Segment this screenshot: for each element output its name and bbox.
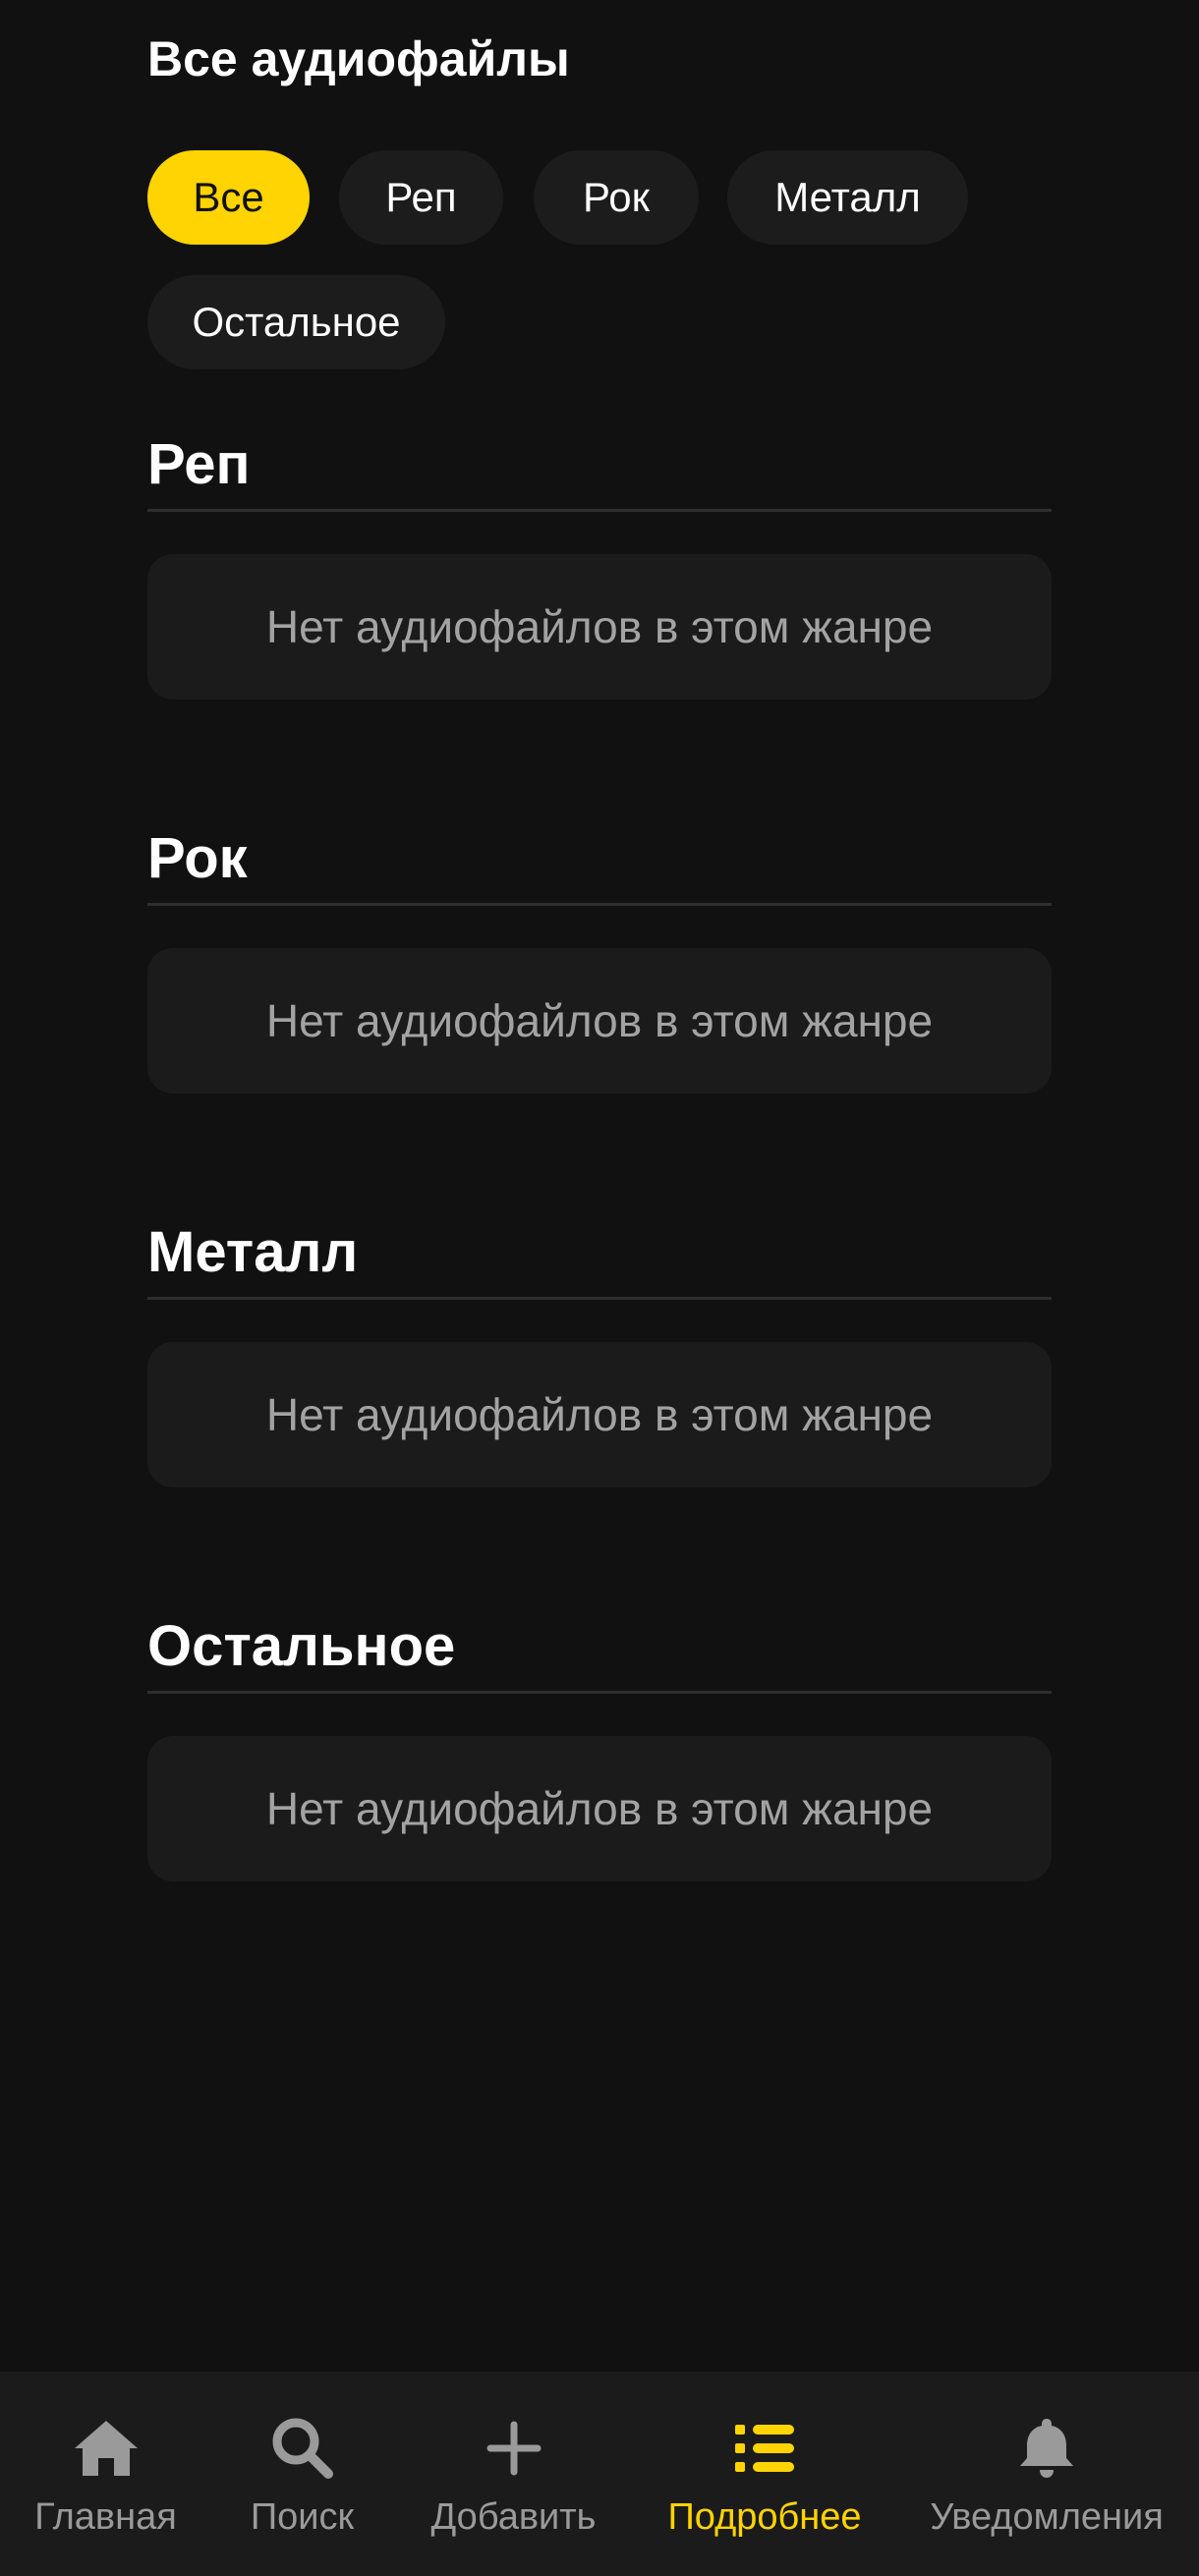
section-divider <box>147 1297 1052 1300</box>
list-icon <box>735 2425 794 2472</box>
filter-chip-rap[interactable]: Реп <box>339 150 503 245</box>
section-title: Остальное <box>147 1614 456 1678</box>
nav-label: Главная <box>34 2496 177 2538</box>
filter-chip-rock[interactable]: Рок <box>534 150 699 245</box>
nav-more[interactable]: Подробнее <box>657 2372 873 2576</box>
page-title: Все аудиофайлы <box>147 31 570 86</box>
filter-chip-other[interactable]: Остальное <box>147 275 445 369</box>
section-divider <box>147 903 1052 906</box>
nav-label: Уведомления <box>930 2496 1164 2538</box>
empty-state-card: Нет аудиофайлов в этом жанре <box>147 1342 1052 1487</box>
filter-chip-all[interactable]: Все <box>147 150 310 245</box>
section-title: Реп <box>147 432 251 496</box>
home-icon <box>74 2421 138 2476</box>
nav-label: Добавить <box>430 2496 597 2538</box>
nav-label: Подробнее <box>667 2496 862 2538</box>
nav-add[interactable]: Добавить <box>423 2372 604 2576</box>
plus-icon <box>486 2421 541 2476</box>
bell-icon <box>1020 2419 1073 2478</box>
search-icon <box>272 2418 333 2479</box>
nav-notifications[interactable]: Уведомления <box>919 2372 1174 2576</box>
section-divider <box>147 1691 1052 1694</box>
empty-state-card: Нет аудиофайлов в этом жанре <box>147 554 1052 700</box>
nav-label: Поиск <box>250 2496 355 2538</box>
nav-home[interactable]: Главная <box>0 2372 211 2576</box>
section-divider <box>147 509 1052 512</box>
section-title: Рок <box>147 826 248 890</box>
filter-chip-metal[interactable]: Металл <box>727 150 968 245</box>
nav-search[interactable]: Поиск <box>211 2372 393 2576</box>
bottom-navigation: Главная Поиск Добавить Подробнее Уведомл… <box>0 2372 1199 2576</box>
empty-state-card: Нет аудиофайлов в этом жанре <box>147 948 1052 1093</box>
empty-state-card: Нет аудиофайлов в этом жанре <box>147 1736 1052 1881</box>
section-title: Металл <box>147 1220 359 1284</box>
